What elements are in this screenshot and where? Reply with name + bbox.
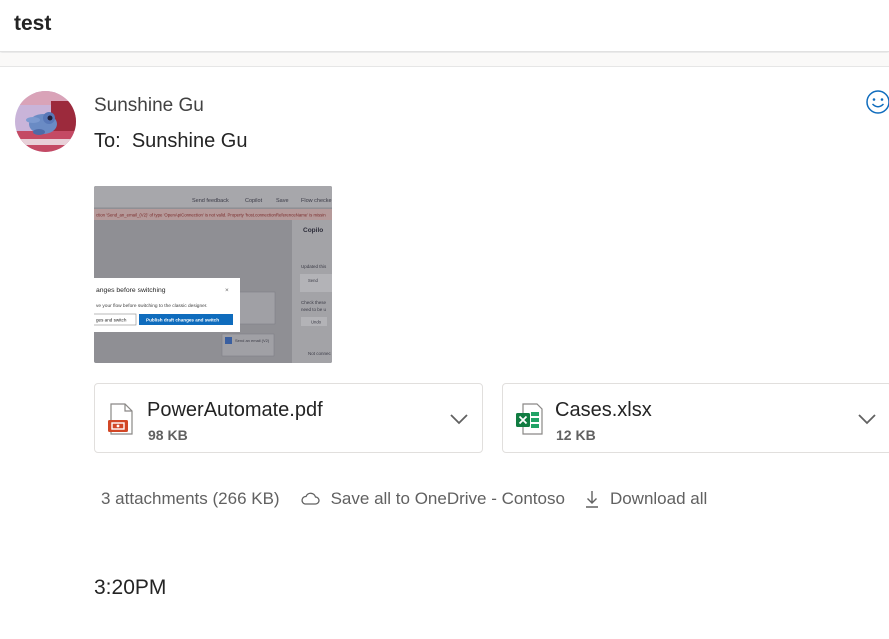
inline-image-thumbnail[interactable]: Send feedback Copilot Save Flow checke c… (94, 186, 332, 363)
smiley-icon (866, 90, 889, 114)
header-divider (0, 53, 889, 67)
chevron-down-icon[interactable] (449, 412, 469, 426)
pdf-file-icon (108, 403, 133, 435)
thumb-error-text: ction 'Send_an_email_(V2)' of type 'Open… (96, 213, 326, 218)
attachment-actions: 3 attachments (266 KB) Save all to OneDr… (101, 487, 727, 511)
thumb-side-line: Not connec (308, 351, 332, 356)
thumb-side-line: Updated this (301, 264, 327, 269)
download-icon (585, 491, 598, 508)
attachment-name: PowerAutomate.pdf (147, 399, 323, 421)
download-all-label: Download all (609, 489, 708, 508)
cloud-icon (301, 492, 320, 505)
thumb-toolbar-save: Save (276, 198, 289, 204)
to-label: To: (94, 130, 121, 152)
excel-file-icon (516, 403, 543, 435)
attachment-name: Cases.xlsx (555, 399, 652, 421)
download-all-button[interactable]: Download all (585, 489, 707, 509)
attachment-size: 98 KB (148, 427, 188, 443)
thumb-toolbar-copilot: Copilot (245, 198, 263, 204)
attachment-card-xlsx[interactable]: Cases.xlsx 12 KB (502, 383, 889, 453)
thumb-side-line: Send (308, 278, 318, 283)
subject-title: test (14, 12, 52, 35)
sender-avatar[interactable] (15, 91, 76, 152)
thumb-side-line: Check these (301, 300, 327, 305)
attachment-card-pdf[interactable]: PowerAutomate.pdf 98 KB (94, 383, 483, 453)
sender-name[interactable]: Sunshine Gu (94, 95, 204, 117)
thumb-toolbar-feedback: Send feedback (192, 198, 229, 204)
attachment-count: 3 attachments (266 KB) (101, 489, 280, 508)
chevron-down-icon[interactable] (857, 412, 877, 426)
thumb-dialog-close: × (225, 287, 229, 294)
thumb-side-title: Copilo (303, 227, 323, 234)
recipient-name[interactable]: Sunshine Gu (132, 130, 248, 152)
subject-bar: test (0, 0, 889, 52)
thumb-dialog-primary: Publish draft changes and switch (146, 318, 219, 323)
save-all-onedrive-button[interactable]: Save all to OneDrive - Contoso (300, 489, 565, 509)
thumb-side-line: need to be u (301, 307, 327, 312)
thumb-dialog-body: ve your flow before switching to the cla… (96, 303, 207, 309)
recipient-line: To: Sunshine Gu (94, 130, 247, 153)
thumb-card-line: Send an email (V2) (235, 338, 270, 343)
thumb-dialog-secondary: ges and switch (96, 318, 127, 323)
reaction-button[interactable] (864, 88, 889, 116)
thumb-dialog-title: anges before switching (96, 287, 166, 294)
save-all-label: Save all to OneDrive - Contoso (330, 489, 565, 508)
message-timestamp: 3:20PM (94, 576, 167, 599)
thumb-toolbar-flowcheck: Flow checke (301, 198, 332, 204)
thumb-side-line: Undo (311, 320, 322, 325)
attachment-size: 12 KB (556, 427, 596, 443)
